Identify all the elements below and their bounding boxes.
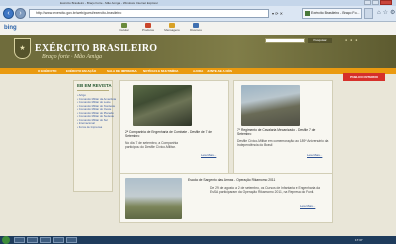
tab-title: Exército Brasileiro - Braço Fo... xyxy=(311,11,360,15)
taskbar-app-word[interactable] xyxy=(53,237,64,243)
nav-exercito-em-acao[interactable]: EXÉRCITO EM AÇÃO xyxy=(66,68,96,74)
sidebar-eb-em-revista: EB EM REVISTA • Artigo • Comando Militar… xyxy=(73,80,116,192)
news-card: Escola de Sargento das Armas - Operação … xyxy=(119,173,333,223)
windows-taskbar: 17:37 xyxy=(0,236,396,244)
public-interno-button[interactable]: PUBLICO INTERNO xyxy=(343,73,385,81)
taskbar-app-ie[interactable] xyxy=(14,237,25,243)
back-arrow-icon: ‹ xyxy=(7,10,10,17)
nav-o-exercito[interactable]: O EXÉRCITO xyxy=(38,68,56,74)
back-button[interactable]: ‹ xyxy=(3,8,14,19)
site-search-button[interactable]: Pesquisar xyxy=(308,38,332,43)
nav-ajuda[interactable]: AJUDA xyxy=(193,68,203,74)
read-more-link[interactable]: Leia Mais... xyxy=(201,153,216,157)
address-bar[interactable]: http://www.exercito.gov.br/web/guest/exe… xyxy=(29,9,269,18)
forward-arrow-icon: › xyxy=(19,10,22,17)
taskbar-app-media[interactable] xyxy=(40,237,51,243)
news-photo[interactable] xyxy=(133,85,192,126)
news-summary: Desfile Cívico-Militar em comemoração ao… xyxy=(237,139,329,147)
bing-logo[interactable]: bing xyxy=(4,24,17,33)
news-card: 2ª Companhia de Engenharia de Combate - … xyxy=(119,80,229,182)
toolbar-item-mensagens[interactable]: Mensagens xyxy=(160,23,184,32)
nav-noticias-multimidia[interactable]: NOTÍCIAS E MULTIMÍDIA xyxy=(143,68,178,74)
browser-nav-bar: ‹ › http://www.exercito.gov.br/web/guest… xyxy=(0,6,396,22)
news-photo[interactable] xyxy=(125,178,182,219)
start-button[interactable] xyxy=(2,236,10,244)
news-summary: De 29 de agosto a 2 de setembro, os Curs… xyxy=(210,186,320,194)
sidebar-title: EB EM REVISTA xyxy=(77,83,112,88)
social-icons[interactable]: ●●● xyxy=(345,38,360,42)
sidebar-divider xyxy=(77,90,109,91)
read-more-link[interactable]: Leia Mais... xyxy=(300,204,315,208)
news-card: 7º Regimento de Cavalaria Mecanizado - D… xyxy=(233,80,333,182)
browser-tab[interactable]: Exército Brasileiro - Braço Fo... xyxy=(302,8,362,19)
sidebar-list: • Artigo • Comando Militar da Amazônia •… xyxy=(77,93,116,130)
news-summary: No dia 7 de setembro, a Companhia partic… xyxy=(125,141,178,149)
site-favicon-icon xyxy=(305,11,310,16)
news-title[interactable]: 7º Regimento de Cavalaria Mecanizado - D… xyxy=(237,128,329,136)
toolbar-item-produtos[interactable]: Produtos xyxy=(136,23,160,32)
nav-junte-se[interactable]: JUNTE-SE A NÓS xyxy=(207,68,232,74)
news-title[interactable]: Escola de Sargento das Armas - Operação … xyxy=(188,178,328,182)
toolbar-item-diversos[interactable]: Diversos xyxy=(184,23,208,32)
site-subtitle: Braço forte · Mão Amiga xyxy=(42,54,103,60)
address-text: http://www.exercito.gov.br/web/guest/exe… xyxy=(36,11,122,15)
site-header: ★ EXÉRCITO BRASILEIRO Braço forte · Mão … xyxy=(0,35,396,68)
read-more-link[interactable]: Leia Mais... xyxy=(307,153,322,157)
close-window-button[interactable] xyxy=(380,0,392,5)
site-search-input[interactable] xyxy=(265,38,305,43)
site-title[interactable]: EXÉRCITO BRASILEIRO xyxy=(35,43,157,54)
system-clock[interactable]: 17:37 xyxy=(355,236,363,244)
taskbar-app-explorer[interactable] xyxy=(27,237,38,243)
browser-tools-icons[interactable]: ⌂☆⚙ xyxy=(377,8,396,19)
address-controls[interactable]: ▾ ⟳ ✕ xyxy=(272,9,283,18)
news-photo[interactable] xyxy=(241,85,300,126)
forward-button[interactable]: › xyxy=(15,8,26,19)
site-nav-bar: O EXÉRCITO EXÉRCITO EM AÇÃO SALA DE IMPR… xyxy=(0,68,396,74)
taskbar-app-other[interactable] xyxy=(66,237,77,243)
sidebar-item[interactable]: • Forca de Imprensa xyxy=(77,125,112,130)
news-title[interactable]: 2ª Companhia de Engenharia de Combate - … xyxy=(125,130,223,138)
nav-sala-de-imprensa[interactable]: SALA DE IMPRENSA xyxy=(107,68,137,74)
army-emblem-logo[interactable]: ★ xyxy=(14,38,31,59)
new-tab-button[interactable] xyxy=(364,8,373,19)
toolbar-item-celular[interactable]: Celular xyxy=(112,23,136,32)
minimize-button[interactable] xyxy=(364,0,371,5)
browser-toolbar: bing Celular Produtos Mensagens Diversos xyxy=(0,22,396,36)
maximize-button[interactable] xyxy=(372,0,379,5)
